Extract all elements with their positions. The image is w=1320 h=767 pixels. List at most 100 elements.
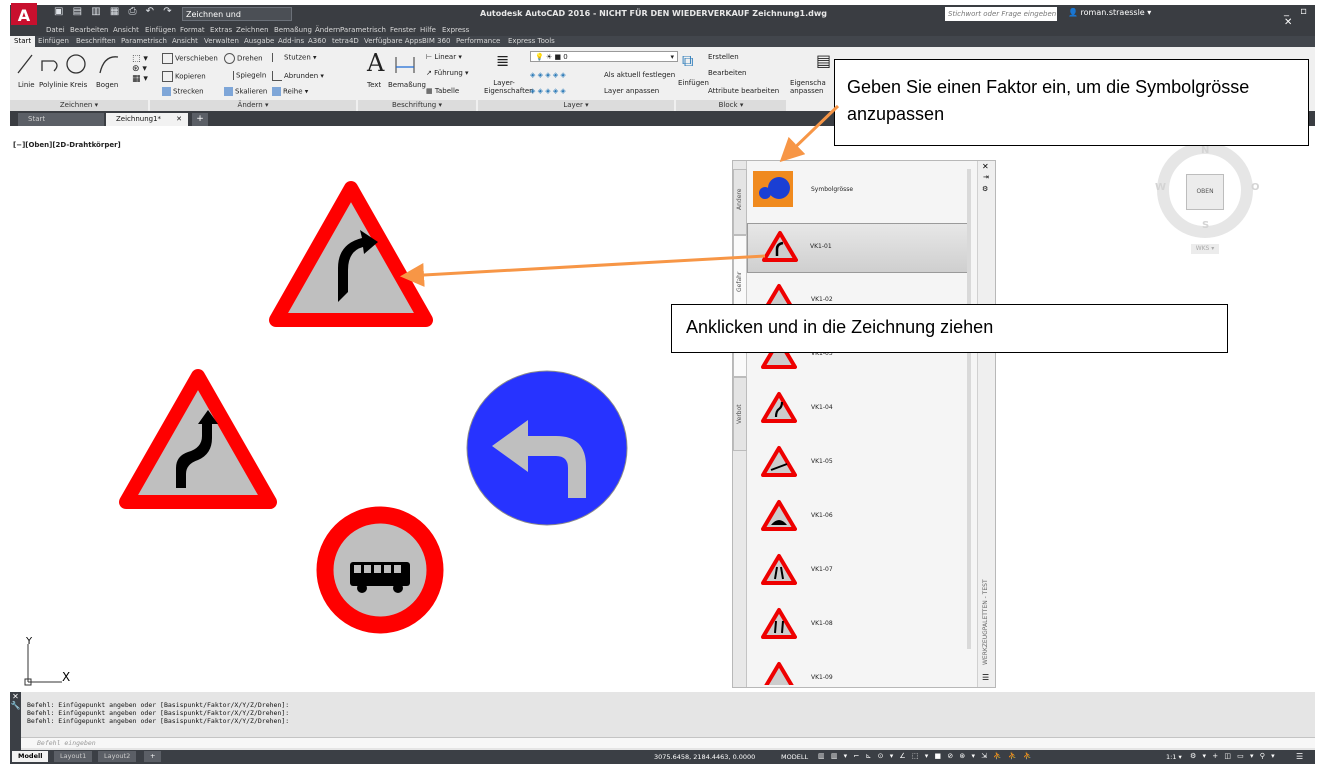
add-layout-plus-icon[interactable]: +	[144, 751, 162, 762]
insert-block-icon[interactable]: ⧉	[682, 51, 693, 71]
tab-a360[interactable]: A360	[308, 37, 326, 45]
model-space-toggle[interactable]: MODELL	[781, 753, 808, 761]
match-properties-button[interactable]: Eigenschaften anpassen	[790, 79, 826, 95]
curve-right-warning-sign[interactable]	[268, 180, 434, 328]
compass-north[interactable]: N	[1201, 145, 1209, 156]
customize-menu-icon[interactable]: ☰	[1296, 752, 1303, 761]
palette-item-vk1-09[interactable]: VK1-09	[747, 655, 967, 685]
text-button[interactable]: Text	[367, 81, 381, 89]
layer-tools-row2[interactable]: ◈ ◈ ◈ ◈ ◈	[530, 87, 566, 95]
viewcube[interactable]: OBEN N S W O WKS ▾	[1155, 140, 1265, 284]
dimension-icon[interactable]	[394, 53, 416, 75]
panel-draw-label[interactable]: Zeichnen ▾	[10, 100, 148, 111]
draw-more-icons[interactable]: ⬚ ▾ ⊛ ▾ ▦ ▾	[132, 54, 148, 84]
menu-express[interactable]: Express	[442, 26, 469, 34]
close-icon[interactable]: ✕	[982, 162, 989, 171]
compass-east[interactable]: O	[1251, 182, 1260, 193]
create-block-button[interactable]: Erstellen	[708, 53, 739, 61]
status-tools-icons[interactable]: ⚙ ▾ + ◫ ▭ ▾ ⚲ ▾	[1190, 752, 1277, 760]
compass-west[interactable]: W	[1155, 182, 1166, 193]
palette-title-bar[interactable]: ✕ ⇥ ⚙ WERKZEUGPALETTEN - TEST ☰	[977, 161, 995, 687]
autohide-icon[interactable]: ⇥	[983, 173, 989, 181]
layout-tab-layout1[interactable]: Layout1	[54, 751, 93, 762]
edit-attributes-button[interactable]: Attribute bearbeiten	[708, 87, 779, 95]
make-current-button[interactable]: Als aktuell festlegen	[604, 71, 675, 79]
linear-button[interactable]: ⊢ Linear ▾	[426, 53, 462, 61]
compass-south[interactable]: S	[1202, 220, 1209, 231]
menu-bearbeiten[interactable]: Bearbeiten	[70, 26, 108, 34]
palette-item-vk1-01[interactable]: VK1-01	[747, 223, 969, 273]
viewport-controls[interactable]: [−][Oben][2D-Drahtkörper]	[13, 141, 121, 149]
palette-scrollbar[interactable]	[967, 169, 971, 649]
turn-left-mandatory-sign[interactable]	[466, 370, 628, 526]
start-tab[interactable]: Start	[18, 113, 104, 126]
menu-datei[interactable]: Datei	[46, 26, 65, 34]
palette-tab-verbot[interactable]: Verbot	[733, 377, 747, 451]
line-button[interactable]: Linie	[18, 81, 35, 89]
layer-dropdown[interactable]: 💡 ☀ ■ 0 ▾	[530, 51, 678, 62]
properties-icon[interactable]: ⚙	[982, 185, 988, 193]
tab-ansicht[interactable]: Ansicht	[172, 37, 198, 45]
rotate-button[interactable]: Drehen	[224, 53, 263, 64]
scale-button[interactable]: Skalieren	[224, 87, 267, 96]
match-layer-button[interactable]: Layer anpassen	[604, 87, 659, 95]
palette-item-vk1-04[interactable]: VK1-04	[747, 385, 967, 429]
viewcube-face-top[interactable]: OBEN	[1186, 174, 1224, 210]
trim-button[interactable]: Stutzen ▾	[272, 53, 317, 62]
tab-verwalten[interactable]: Verwalten	[204, 37, 239, 45]
tab-express-tools[interactable]: Express Tools	[508, 37, 555, 45]
no-bus-prohibition-sign[interactable]	[316, 506, 444, 634]
mirror-button[interactable]: Spiegeln	[224, 71, 266, 80]
help-search-input[interactable]: Stichwort oder Frage eingeben	[945, 7, 1057, 21]
menu-ansicht[interactable]: Ansicht	[113, 26, 139, 34]
tab-parametrisch[interactable]: Parametrisch	[121, 37, 167, 45]
coordinates-readout[interactable]: 3075.6458, 2184.4463, 0.0000	[654, 753, 755, 761]
tab-bim360[interactable]: BIM 360	[422, 37, 451, 45]
arc-button[interactable]: Bogen	[96, 81, 118, 89]
menu-aendern[interactable]: Ändern	[315, 26, 340, 34]
tab-start[interactable]: Start	[10, 36, 36, 47]
tab-einfuegen[interactable]: Einfügen	[38, 37, 69, 45]
palette-menu-icon[interactable]: ☰	[982, 673, 989, 682]
menu-format[interactable]: Format	[180, 26, 205, 34]
stretch-button[interactable]: Strecken	[162, 87, 204, 96]
match-properties-icon[interactable]: ▤	[816, 51, 831, 70]
leader-button[interactable]: ↗ Führung ▾	[426, 69, 469, 77]
circle-button[interactable]: Kreis	[70, 81, 87, 89]
palette-item-vk1-07[interactable]: VK1-07	[747, 547, 967, 591]
dimension-button[interactable]: Bemaßung	[388, 81, 426, 89]
palette-tab-andere[interactable]: Andere	[733, 169, 747, 235]
menu-bemassung[interactable]: Bemaßung	[274, 26, 312, 34]
move-button[interactable]: Verschieben	[162, 53, 218, 64]
palette-item-vk1-05[interactable]: VK1-05	[747, 439, 967, 483]
panel-block-label[interactable]: Block ▾	[676, 100, 786, 111]
wcs-menu[interactable]: WKS ▾	[1191, 244, 1219, 254]
drafting-aids-icons[interactable]: ▥ ▥ ▾ ⌐ ⊾ ⊙ ▾ ∠ ⬚ ▾ ■ ⊘ ⊛ ▾ ⇲ ⛹ ⛹ ⛹	[818, 752, 1034, 760]
menu-fenster[interactable]: Fenster	[390, 26, 416, 34]
tab-addins[interactable]: Add-ins	[278, 37, 304, 45]
menu-hilfe[interactable]: Hilfe	[420, 26, 436, 34]
layout-tab-model[interactable]: Modell	[12, 751, 49, 762]
menu-einfuegen[interactable]: Einfügen	[145, 26, 176, 34]
workspace-dropdown[interactable]: Zeichnen und Beschriftung	[182, 7, 292, 33]
double-curve-warning-sign[interactable]	[118, 368, 278, 510]
tab-beschriften[interactable]: Beschriften	[76, 37, 116, 45]
edit-block-button[interactable]: Bearbeiten	[708, 69, 746, 77]
new-tab-plus-icon[interactable]: +	[192, 113, 208, 126]
tab-verfuegbare-apps[interactable]: Verfügbare Apps	[364, 37, 422, 45]
copy-button[interactable]: Kopieren	[162, 71, 206, 82]
tab-performance[interactable]: Performance	[456, 37, 500, 45]
panel-modify-label[interactable]: Ändern ▾	[150, 100, 356, 111]
quick-access-toolbar[interactable]: ▣ ▤ ▥ ▦ ⎙ ↶ ↷	[54, 6, 175, 17]
palette-item-vk1-06[interactable]: VK1-06	[747, 493, 967, 537]
array-button[interactable]: Reihe ▾	[272, 87, 308, 96]
text-icon[interactable]: A	[367, 49, 384, 77]
panel-annotation-label[interactable]: Beschriftung ▾	[358, 100, 476, 111]
draw-tool-icons[interactable]	[14, 51, 124, 75]
layer-properties-icon[interactable]: ≣	[496, 51, 509, 70]
layout-tab-layout2[interactable]: Layout2	[98, 751, 137, 762]
tab-tetra4d[interactable]: tetra4D	[332, 37, 359, 45]
drawing-tab[interactable]: Zeichnung1* ✕	[106, 113, 188, 126]
layer-properties-button[interactable]: Layer-Eigenschaften	[484, 79, 534, 95]
polyline-button[interactable]: Polylinie	[39, 81, 68, 89]
